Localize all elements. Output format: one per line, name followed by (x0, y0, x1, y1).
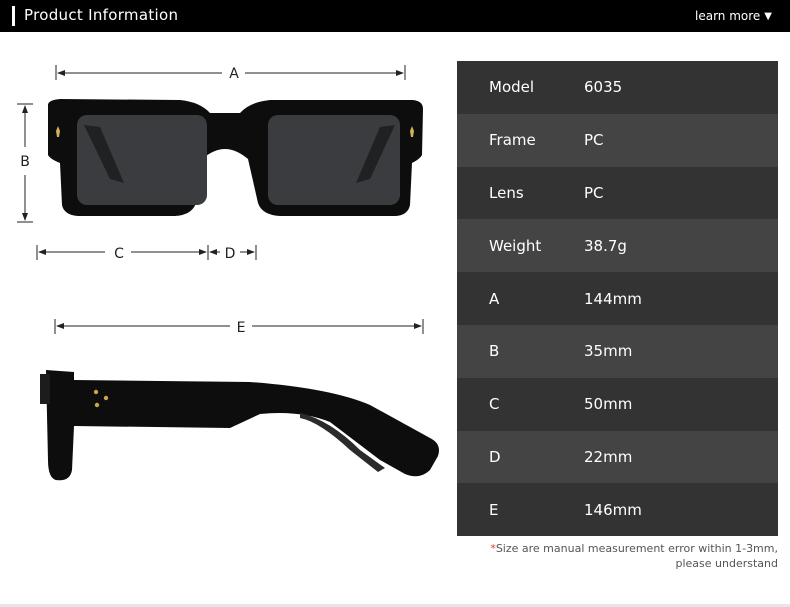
spec-value: PC (584, 131, 604, 150)
spec-row-model: Model 6035 (457, 61, 778, 114)
spec-row-lens: Lens PC (457, 166, 778, 220)
spec-row-e: E 146mm (457, 483, 778, 537)
dimension-c: C (36, 245, 209, 262)
spec-key: Frame (489, 131, 536, 150)
spec-value: PC (584, 183, 604, 202)
spec-value: 50mm (584, 395, 633, 414)
header-bar: Product Information learn more ▼ (0, 0, 790, 32)
spec-key: B (489, 342, 500, 361)
dimension-b: B (17, 103, 33, 223)
spec-key: Weight (489, 236, 542, 255)
spec-key: C (489, 395, 500, 414)
front-view-diagram: A B C D (17, 65, 423, 262)
glasses-front-image (48, 99, 423, 216)
spec-key: D (489, 447, 501, 466)
label-d: D (225, 246, 236, 262)
note-line-1: Size are manual measurement error within… (495, 542, 778, 555)
spec-row-d: D 22mm (457, 430, 778, 484)
measurement-note: *Size are manual measurement error withi… (490, 541, 778, 571)
side-view-diagram: E (40, 319, 439, 481)
label-a: A (229, 66, 239, 82)
title-accent-bar (12, 6, 15, 26)
glasses-side-image (40, 370, 439, 481)
learn-more-link[interactable]: learn more ▼ (695, 9, 772, 23)
spec-value: 22mm (584, 447, 633, 466)
spec-row-a: A 144mm (457, 272, 778, 325)
section-title: Product Information (24, 6, 179, 24)
specs-table: Model 6035 Frame PC Lens PC Weight 38.7g A 14… (457, 61, 778, 537)
spec-key: A (489, 289, 500, 308)
spec-key: E (489, 500, 499, 519)
label-c: C (114, 246, 124, 262)
dimension-e: E (54, 319, 424, 336)
spec-value: 144mm (584, 289, 642, 308)
dimension-d: D (209, 245, 257, 262)
label-b: B (20, 154, 30, 170)
triangle-down-icon: ▼ (764, 10, 772, 22)
dimension-a: A (55, 65, 406, 82)
learn-more-label: learn more (695, 9, 761, 23)
spec-row-b: B 35mm (457, 324, 778, 378)
label-e: E (237, 320, 246, 336)
spec-value: 146mm (584, 500, 642, 519)
spec-row-frame: Frame PC (457, 113, 778, 167)
spec-row-c: C 50mm (457, 377, 778, 431)
note-line-2: please understand (675, 557, 779, 570)
spec-row-weight: Weight 38.7g (457, 219, 778, 273)
spec-key: Model (489, 78, 535, 97)
spec-value: 38.7g (584, 236, 627, 255)
spec-key: Lens (489, 183, 524, 202)
spec-value: 6035 (584, 78, 623, 97)
spec-value: 35mm (584, 342, 633, 361)
